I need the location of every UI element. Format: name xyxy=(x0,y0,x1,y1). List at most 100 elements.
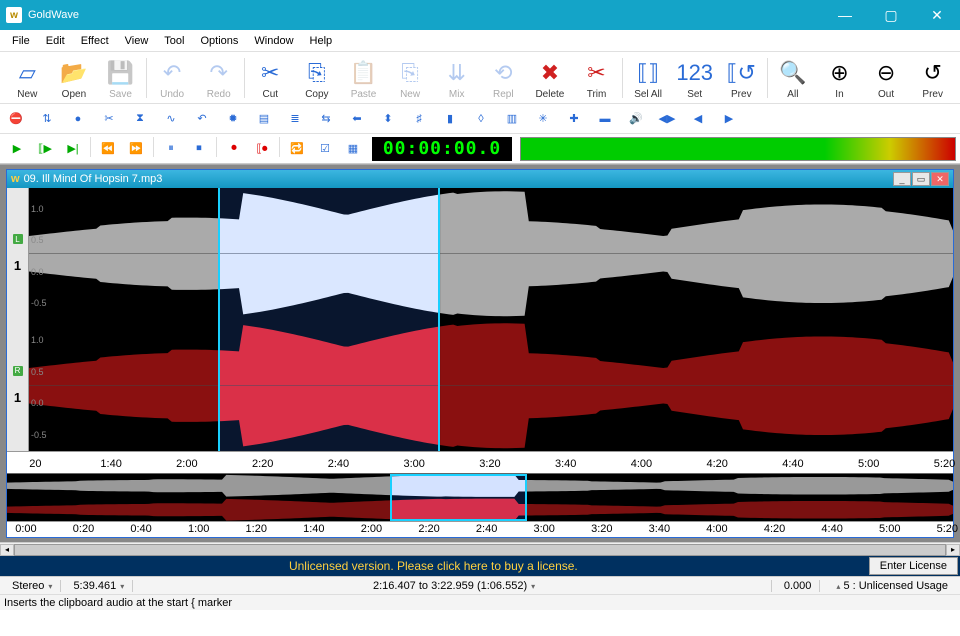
document-titlebar[interactable]: w 09. Ill Mind Of Hopsin 7.mp3 _ ▭ ✕ xyxy=(7,170,953,188)
menu-help[interactable]: Help xyxy=(302,32,341,50)
prevz-button[interactable]: ↺Prev xyxy=(909,54,956,102)
slider-button[interactable]: ◀▶ xyxy=(653,106,681,132)
overview-selection[interactable] xyxy=(390,474,527,521)
play-end-button[interactable]: ▶| xyxy=(60,137,86,161)
thermo-button[interactable]: ▥ xyxy=(498,106,526,132)
save-button: 💾Save xyxy=(97,54,144,102)
open-button[interactable]: 📂Open xyxy=(51,54,98,102)
menu-options[interactable]: Options xyxy=(192,32,246,50)
prev-button[interactable]: ⟦↺Prev xyxy=(718,54,765,102)
selall-button[interactable]: ⟦⟧Sel All xyxy=(625,54,672,102)
target-button[interactable]: ✳ xyxy=(529,106,557,132)
grid-button[interactable]: ▦ xyxy=(340,137,366,161)
doc-minimize-button[interactable]: _ xyxy=(893,172,911,186)
loop-button[interactable]: 🔁 xyxy=(284,137,310,161)
gate-button[interactable]: ◊ xyxy=(467,106,495,132)
status-range[interactable]: 2:16.407 to 3:22.959 (1:06.552)▾ xyxy=(137,580,772,592)
amp-tick: 0.5 xyxy=(31,367,44,377)
wave-button[interactable]: ∿ xyxy=(157,106,185,132)
scroll-left-button[interactable]: ◂ xyxy=(0,544,14,556)
channel-r-badge[interactable]: R xyxy=(13,366,23,376)
enter-license-button[interactable]: Enter License xyxy=(869,557,958,575)
doc-close-button[interactable]: ✕ xyxy=(931,172,949,186)
arrow-l-icon: ⬅ xyxy=(352,112,361,125)
main-timeline[interactable]: 201:402:002:202:403:003:203:404:004:204:… xyxy=(7,451,953,473)
license-message[interactable]: Unlicensed version. Please click here to… xyxy=(0,559,867,573)
menu-file[interactable]: File xyxy=(4,32,38,50)
status-position[interactable]: 0.000 xyxy=(776,580,821,592)
record-sel-button[interactable]: ⟦⏺ xyxy=(249,137,275,161)
status-length[interactable]: 5:39.461▾ xyxy=(65,580,133,592)
funnel-button[interactable]: ⧗ xyxy=(126,106,154,132)
trim-button[interactable]: ✂Trim xyxy=(573,54,620,102)
hint-text: Inserts the clipboard audio at the start… xyxy=(4,597,232,609)
colorbar-icon: ▮ xyxy=(447,112,453,125)
scissors-button[interactable]: ✂ xyxy=(95,106,123,132)
selall-icon: ⟦⟧ xyxy=(634,59,662,87)
selection-range[interactable] xyxy=(218,188,440,451)
out-button[interactable]: ⊖Out xyxy=(863,54,910,102)
gear-button[interactable]: ✹ xyxy=(219,106,247,132)
mute-l-button[interactable]: ◀ xyxy=(684,106,712,132)
delete-button[interactable]: ✖Delete xyxy=(527,54,574,102)
mute-r-button[interactable]: ▶ xyxy=(715,106,743,132)
rewind-button[interactable]: ⏪ xyxy=(95,137,121,161)
picture-button[interactable]: ▤ xyxy=(250,106,278,132)
swap-button[interactable]: ⇆ xyxy=(312,106,340,132)
redo-icon: ↷ xyxy=(205,59,233,87)
colorbar-button[interactable]: ▮ xyxy=(436,106,464,132)
waveform-area[interactable]: L1 R1 1.00.50.0-0.51.00.50.0-0.5 xyxy=(7,188,953,451)
speaker-button[interactable]: 🔊 xyxy=(622,106,650,132)
doc-maximize-button[interactable]: ▭ xyxy=(912,172,930,186)
cut-button[interactable]: ✂Cut xyxy=(247,54,294,102)
set-button[interactable]: 123Set xyxy=(671,54,718,102)
pause-icon: ⏸ xyxy=(168,142,174,155)
stop-button[interactable]: ⏹ xyxy=(186,137,212,161)
colorbar2-button[interactable]: ▬ xyxy=(591,106,619,132)
equalizer-button[interactable]: ♯ xyxy=(405,106,433,132)
time-tick: 1:20 xyxy=(246,523,267,535)
overview-timeline[interactable]: 0:000:200:401:001:201:402:002:202:403:00… xyxy=(7,521,953,537)
cross-button[interactable]: ✚ xyxy=(560,106,588,132)
menu-tool[interactable]: Tool xyxy=(156,32,192,50)
in-button[interactable]: ⊕In xyxy=(816,54,863,102)
forward-button[interactable]: ⏩ xyxy=(123,137,149,161)
ball-button[interactable]: ● xyxy=(64,106,92,132)
pause-button[interactable]: ⏸ xyxy=(158,137,184,161)
scroll-thumb[interactable] xyxy=(14,544,946,556)
app-logo-icon: w xyxy=(6,7,22,23)
record-icon: ⏺ xyxy=(231,142,237,155)
cross-icon: ✚ xyxy=(569,112,578,125)
play-sel-button[interactable]: ⟦▶ xyxy=(32,137,58,161)
maximize-button[interactable]: ▢ xyxy=(868,0,914,30)
new-button[interactable]: ▱New xyxy=(4,54,51,102)
scroll-right-button[interactable]: ▸ xyxy=(946,544,960,556)
menu-window[interactable]: Window xyxy=(246,32,301,50)
arrow-l-button[interactable]: ⬅ xyxy=(343,106,371,132)
status-mode[interactable]: Stereo▾ xyxy=(4,580,61,592)
spectrum-button[interactable]: ≣ xyxy=(281,106,309,132)
status-bar: Stereo▾ 5:39.461▾ 2:16.407 to 3:22.959 (… xyxy=(0,576,960,594)
all-button[interactable]: 🔍All xyxy=(770,54,817,102)
copy-button[interactable]: ⎘Copy xyxy=(294,54,341,102)
vswap-button[interactable]: ⇅ xyxy=(33,106,61,132)
amp-tick: 1.0 xyxy=(31,335,44,345)
vexpand-button[interactable]: ⬍ xyxy=(374,106,402,132)
stop-fx-button[interactable]: ⛔ xyxy=(2,106,30,132)
overview-waveform[interactable] xyxy=(7,473,953,521)
horizontal-scrollbar[interactable]: ◂ ▸ xyxy=(0,542,960,556)
menu-view[interactable]: View xyxy=(117,32,157,50)
play-button[interactable]: ▶ xyxy=(4,137,30,161)
close-button[interactable]: ✕ xyxy=(914,0,960,30)
stop-icon: ⏹ xyxy=(196,142,202,155)
minimize-button[interactable]: — xyxy=(822,0,868,30)
menu-edit[interactable]: Edit xyxy=(38,32,73,50)
uturn-button[interactable]: ↶ xyxy=(188,106,216,132)
wave-icon: ∿ xyxy=(166,112,175,125)
menu-effect[interactable]: Effect xyxy=(73,32,117,50)
record-button[interactable]: ⏺ xyxy=(221,137,247,161)
channel-l-badge[interactable]: L xyxy=(13,234,23,244)
play-icon: ▶ xyxy=(13,142,21,155)
check-button[interactable]: ☑ xyxy=(312,137,338,161)
redo-button: ↷Redo xyxy=(195,54,242,102)
